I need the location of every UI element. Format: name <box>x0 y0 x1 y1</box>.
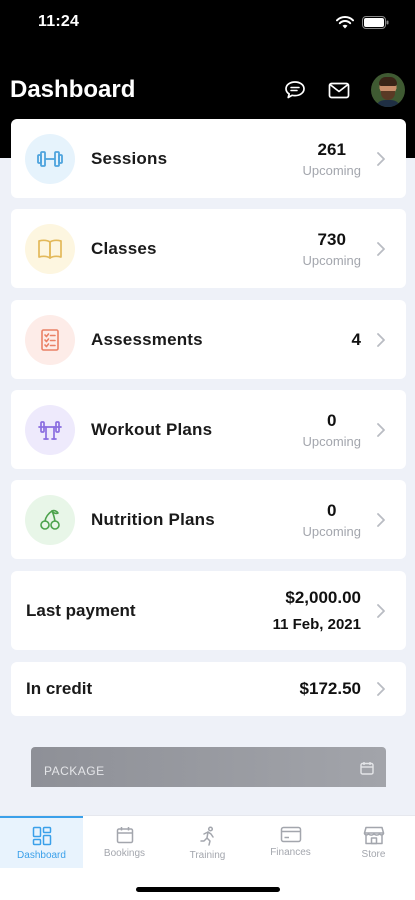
mail-icon <box>328 82 350 98</box>
sessions-sub: Upcoming <box>302 162 361 178</box>
chevron-right-icon <box>377 603 385 618</box>
last-payment-amount: $2,000.00 <box>285 588 361 607</box>
tab-bookings-label: Bookings <box>103 848 146 859</box>
calendar-icon <box>116 827 133 844</box>
chat-button[interactable] <box>283 78 307 102</box>
nutrition-plans-value: 0 Upcoming <box>302 501 361 539</box>
tab-finances[interactable]: Finances <box>249 816 332 868</box>
avatar[interactable] <box>371 73 405 107</box>
classes-icon-circle <box>25 223 75 274</box>
tab-bookings[interactable]: Bookings <box>83 816 166 868</box>
tab-store-label: Store <box>361 849 386 860</box>
sessions-count: 261 <box>317 139 346 159</box>
credit-amount: $172.50 <box>299 679 361 698</box>
nutrition-plans-icon-circle <box>25 494 75 545</box>
store-icon <box>363 826 384 845</box>
tab-training-label: Training <box>189 850 226 861</box>
header-actions <box>283 73 405 107</box>
mail-button[interactable] <box>327 78 351 102</box>
workout-plans-sub: Upcoming <box>302 433 361 449</box>
assessments-value: 4 <box>352 330 361 350</box>
classes-count: 730 <box>317 229 346 249</box>
status-time: 11:24 <box>38 13 80 30</box>
credit-card-icon <box>280 826 301 843</box>
calendar-icon <box>360 762 374 775</box>
last-payment-date: 11 Feb, 2021 <box>272 616 361 633</box>
tab-dashboard[interactable]: Dashboard <box>0 816 83 868</box>
credit-value: $172.50 <box>300 679 361 699</box>
nutrition-plans-label: Nutrition Plans <box>91 509 215 529</box>
tab-store[interactable]: Store <box>332 816 415 868</box>
classes-value: 730 Upcoming <box>302 230 361 268</box>
nutrition-plans-card[interactable]: Nutrition Plans 0 Upcoming <box>11 480 406 559</box>
sessions-value: 261 Upcoming <box>302 140 361 178</box>
chevron-right-icon <box>377 512 385 527</box>
dumbbell-icon <box>37 150 63 167</box>
status-icons <box>336 15 389 29</box>
sessions-label: Sessions <box>91 148 168 168</box>
checklist-icon <box>41 328 59 351</box>
credit-card[interactable]: In credit $172.50 <box>11 662 406 716</box>
last-payment-value: $2,000.00 11 Feb, 2021 <box>273 588 361 633</box>
running-icon <box>199 826 214 846</box>
workout-plans-count: 0 <box>327 410 337 430</box>
page-title: Dashboard <box>10 76 136 103</box>
chevron-right-icon <box>377 151 385 166</box>
chevron-right-icon <box>377 241 385 256</box>
workout-plans-card[interactable]: Workout Plans 0 Upcoming <box>11 390 406 469</box>
app-header: Dashboard <box>0 68 415 112</box>
nutrition-plans-count: 0 <box>327 500 337 520</box>
tab-dashboard-label: Dashboard <box>17 850 66 861</box>
assessments-count: 4 <box>351 329 361 349</box>
cherries-icon <box>40 509 60 530</box>
chat-icon <box>285 81 305 99</box>
chevron-right-icon <box>377 682 385 696</box>
book-icon <box>38 238 62 259</box>
barbell-rack-icon <box>38 420 62 440</box>
home-indicator <box>136 887 280 892</box>
package-card[interactable]: PACKAGE <box>31 747 386 787</box>
workout-plans-icon-circle <box>25 404 75 455</box>
classes-label: Classes <box>91 238 157 258</box>
workout-plans-label: Workout Plans <box>91 419 213 439</box>
classes-card[interactable]: Classes 730 Upcoming <box>11 209 406 288</box>
chevron-right-icon <box>377 332 385 347</box>
package-label: PACKAGE <box>44 764 105 778</box>
battery-icon <box>362 15 389 29</box>
tab-finances-label: Finances <box>270 847 311 858</box>
dashboard-icon <box>32 826 51 846</box>
classes-sub: Upcoming <box>302 252 361 268</box>
assessments-icon-circle <box>25 314 75 365</box>
wifi-icon <box>336 15 354 28</box>
credit-label: In credit <box>26 679 93 698</box>
nutrition-plans-sub: Upcoming <box>302 523 361 539</box>
workout-plans-value: 0 Upcoming <box>302 411 361 449</box>
avatar-hair <box>379 77 397 86</box>
assessments-card[interactable]: Assessments 4 <box>11 300 406 379</box>
last-payment-card[interactable]: Last payment $2,000.00 11 Feb, 2021 <box>11 571 406 650</box>
sessions-card[interactable]: Sessions 261 Upcoming <box>11 119 406 198</box>
avatar-beard <box>381 91 395 100</box>
chevron-right-icon <box>377 422 385 437</box>
status-bar: 11:24 <box>0 0 415 44</box>
last-payment-label: Last payment <box>26 600 136 620</box>
assessments-label: Assessments <box>91 329 203 349</box>
sessions-icon-circle <box>25 133 75 184</box>
tab-training[interactable]: Training <box>166 816 249 868</box>
avatar-shirt <box>375 100 401 107</box>
